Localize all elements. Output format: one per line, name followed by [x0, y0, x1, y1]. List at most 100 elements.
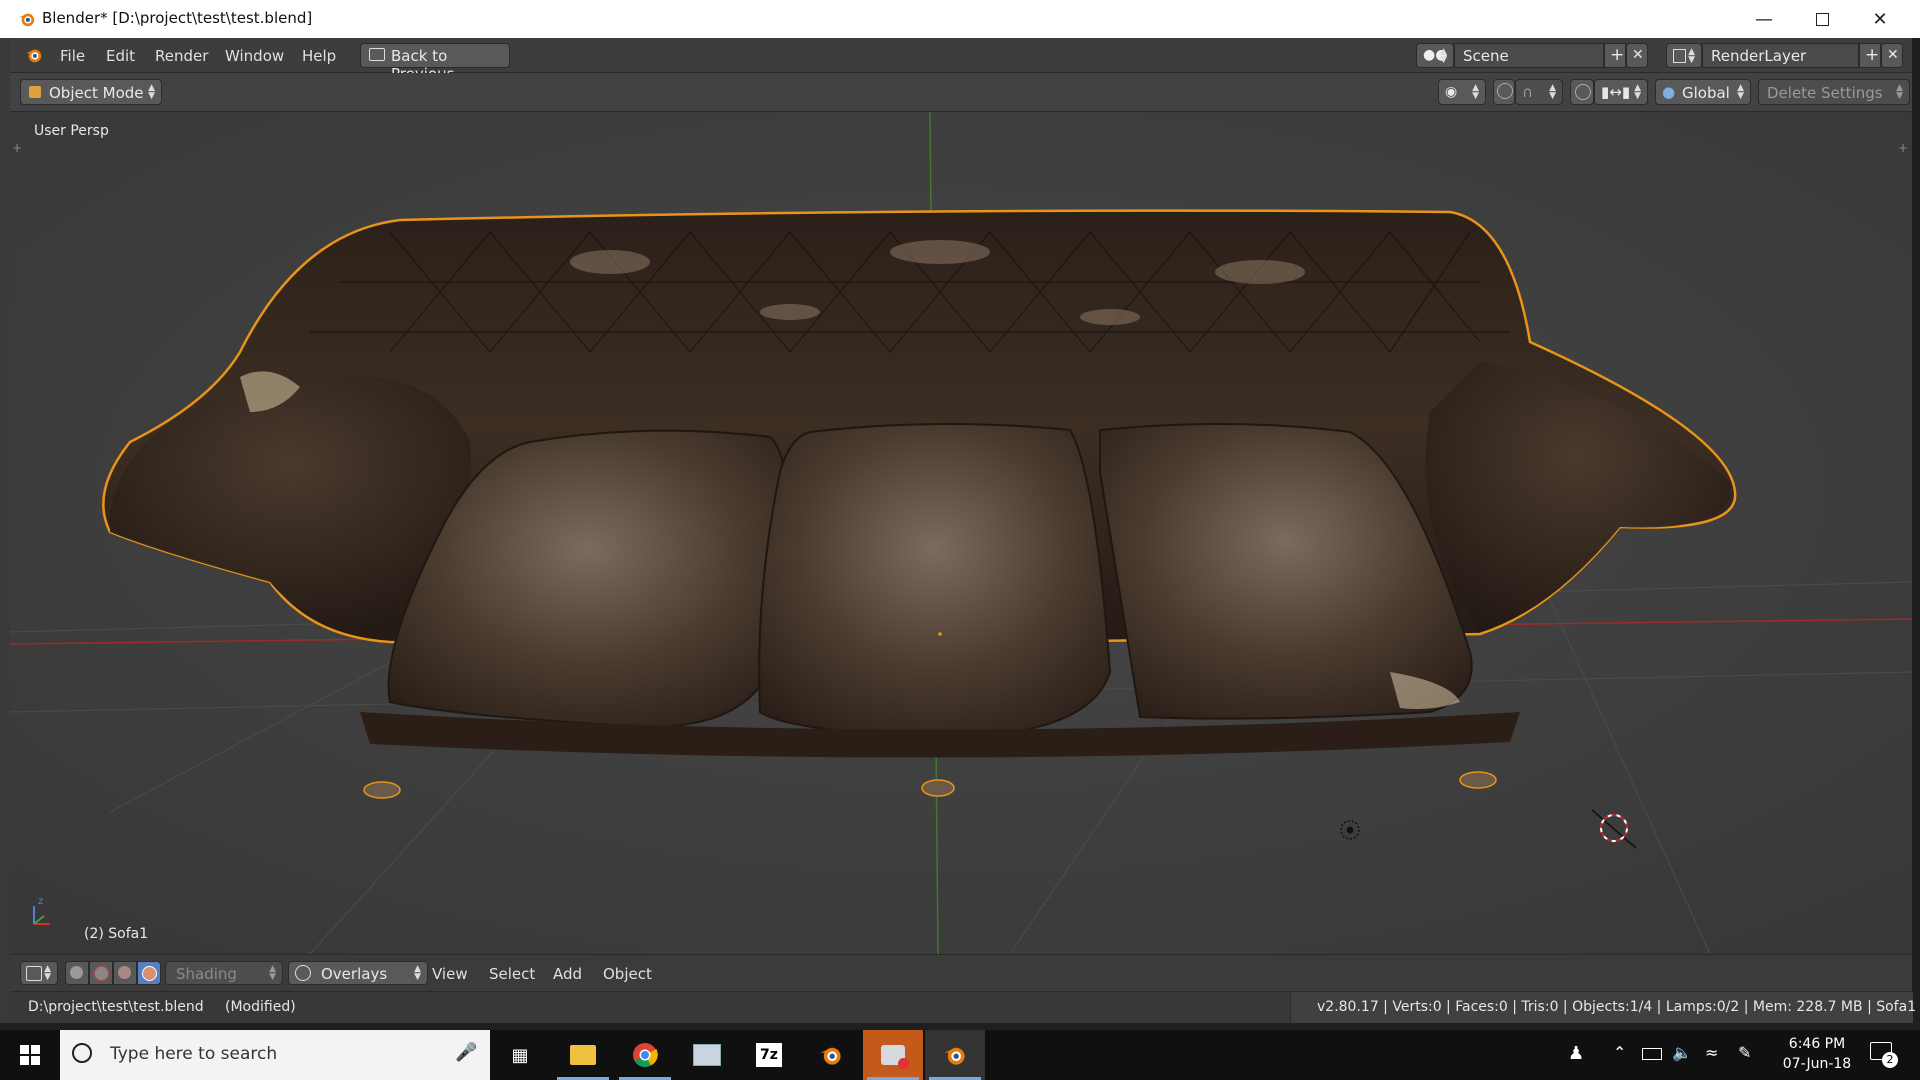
- delete-settings-label: Delete Settings: [1767, 84, 1883, 102]
- modified-flag: (Modified): [225, 999, 296, 1015]
- scene-statistics-panel: v2.80.17 | Verts:0 | Faces:0 | Tris:0 | …: [1290, 992, 1916, 1024]
- shading-label: Shading: [176, 965, 237, 983]
- up-down-arrows-icon: ▲ ▼: [1688, 46, 1695, 65]
- window-title: Blender* [D:\project\test\test.blend]: [42, 9, 313, 27]
- window-bottom-border: [0, 1023, 1920, 1030]
- pen-icon[interactable]: ✎: [1738, 1043, 1751, 1062]
- scene-browse-button[interactable]: ●● ▲ ▼: [1416, 43, 1454, 68]
- search-placeholder: Type here to search: [110, 1044, 278, 1064]
- scene-name-field[interactable]: Scene: [1454, 43, 1604, 68]
- falloff-dropdown[interactable]: ∩ ▲ ▼: [1515, 79, 1563, 105]
- back-to-previous-button[interactable]: Back to Previous: [360, 43, 510, 83]
- menu-add[interactable]: Add: [553, 965, 582, 983]
- renderlayer-remove-button[interactable]: ✕: [1881, 43, 1903, 68]
- renderlayer-name-field[interactable]: RenderLayer: [1702, 43, 1859, 68]
- menu-help[interactable]: Help: [302, 47, 336, 65]
- chrome-icon: [633, 1043, 658, 1068]
- scene-remove-button[interactable]: ✕: [1626, 43, 1648, 68]
- recorder-taskbar-button[interactable]: [863, 1030, 923, 1080]
- snap-element-dropdown[interactable]: ▮↔▮ ▲ ▼: [1594, 79, 1648, 105]
- menu-render[interactable]: Render: [155, 47, 208, 65]
- blender-taskbar-button-1[interactable]: [801, 1030, 861, 1080]
- transform-orientation-dropdown[interactable]: ● Global ▲ ▼: [1655, 79, 1751, 105]
- windows-taskbar: Type here to search 🎤 ▦ 7z ♟ ⌃ 🔈 ≈ ✎ 6:4…: [0, 1030, 1920, 1080]
- editor-type-dropdown[interactable]: ▲ ▼: [20, 961, 58, 985]
- menu-edit[interactable]: Edit: [106, 47, 135, 65]
- overlays-dropdown[interactable]: Overlays ▲ ▼: [288, 961, 428, 985]
- snap-icon: [1575, 84, 1591, 100]
- viewport-footer: ▲ ▼ Shading ▲ ▼ Overlays ▲ ▼ View Select Ad…: [10, 954, 1912, 991]
- minimize-button[interactable]: —: [1735, 0, 1793, 38]
- rendered-shading-button[interactable]: [137, 961, 161, 985]
- proportional-edit-toggle[interactable]: [1493, 79, 1515, 105]
- up-down-arrows-icon: ▲ ▼: [269, 964, 276, 982]
- orientation-icon: ●: [1662, 83, 1676, 101]
- renderlayer-add-button[interactable]: +: [1859, 43, 1881, 68]
- cube-icon: [29, 86, 41, 98]
- up-down-arrows-icon: ▲ ▼: [44, 964, 51, 982]
- blender-icon: [820, 1047, 841, 1065]
- 3d-view-icon: [26, 966, 42, 981]
- pivot-point-dropdown[interactable]: ◉ ▲ ▼: [1438, 79, 1486, 105]
- blender-menu-icon[interactable]: [24, 46, 44, 64]
- pivot-icon: ◉: [1445, 84, 1458, 100]
- clock-date: 07-Jun-18: [1782, 1056, 1852, 1072]
- renderlayer-browse-button[interactable]: ▲ ▼: [1666, 43, 1702, 68]
- menu-object[interactable]: Object: [603, 965, 652, 983]
- volume-icon[interactable]: 🔈: [1672, 1043, 1692, 1062]
- chevron-up-icon[interactable]: ⌃: [1613, 1043, 1626, 1062]
- task-view-button[interactable]: ▦: [490, 1030, 550, 1080]
- start-button[interactable]: [0, 1030, 60, 1080]
- viewport-canvas: z + +: [10, 112, 1912, 954]
- renderlayer-icon: [1673, 49, 1686, 63]
- snap-toggle[interactable]: [1570, 79, 1594, 105]
- task-view-icon: ▦: [511, 1044, 529, 1066]
- active-object-label: (2) Sofa1: [84, 926, 149, 942]
- taskbar-search-box[interactable]: Type here to search 🎤: [60, 1030, 490, 1080]
- maximize-button[interactable]: [1793, 0, 1851, 38]
- action-center-button[interactable]: 2: [1870, 1042, 1898, 1068]
- delete-settings-dropdown[interactable]: Delete Settings ▲ ▼: [1758, 79, 1910, 105]
- solid-icon: [94, 966, 109, 981]
- menu-select[interactable]: Select: [489, 965, 535, 983]
- up-down-arrows-icon: ▲ ▼: [1440, 46, 1447, 65]
- overlays-label: Overlays: [321, 965, 388, 983]
- maximize-icon: [1815, 12, 1829, 26]
- 3d-viewport[interactable]: z + + User Persp (2) Sofa1: [10, 112, 1912, 954]
- file-explorer-taskbar-button[interactable]: [553, 1030, 613, 1080]
- menu-file[interactable]: File: [60, 47, 85, 65]
- clock[interactable]: 6:46 PM 07-Jun-18: [1772, 1034, 1862, 1076]
- material-shading-button[interactable]: [113, 961, 137, 985]
- minimize-icon: —: [1755, 8, 1773, 30]
- svg-text:+: +: [12, 141, 22, 155]
- falloff-icon: ∩: [1522, 83, 1533, 101]
- object-mode-dropdown[interactable]: Object Mode ▲ ▼: [20, 79, 162, 105]
- cortana-icon: [72, 1043, 92, 1063]
- app-taskbar-button[interactable]: [677, 1030, 737, 1080]
- wireframe-icon: [70, 966, 83, 979]
- up-down-arrows-icon: ▲ ▼: [414, 964, 421, 982]
- close-window-button[interactable]: ✕: [1851, 0, 1909, 38]
- up-down-arrows-icon: ▲ ▼: [1549, 83, 1556, 101]
- window-titlebar: Blender* [D:\project\test\test.blend] — …: [0, 0, 1920, 38]
- blender-taskbar-button-2[interactable]: [925, 1030, 985, 1080]
- solid-shading-button[interactable]: [89, 961, 113, 985]
- menu-view[interactable]: View: [432, 965, 468, 983]
- close-icon: ✕: [1872, 8, 1888, 30]
- object-mode-label: Object Mode: [49, 84, 144, 102]
- wireframe-shading-button[interactable]: [65, 961, 89, 985]
- battery-icon[interactable]: [1642, 1048, 1662, 1060]
- up-down-arrows-icon: ▲ ▼: [1737, 83, 1744, 101]
- rendered-icon: [142, 966, 157, 981]
- wifi-icon[interactable]: ≈: [1705, 1043, 1718, 1062]
- shading-dropdown[interactable]: Shading ▲ ▼: [165, 961, 283, 985]
- people-icon[interactable]: ♟: [1568, 1043, 1584, 1064]
- clock-time: 6:46 PM: [1788, 1036, 1846, 1052]
- scene-add-button[interactable]: +: [1604, 43, 1626, 68]
- scene-name-label: Scene: [1463, 47, 1509, 65]
- chrome-taskbar-button[interactable]: [615, 1030, 675, 1080]
- menu-window[interactable]: Window: [225, 47, 284, 65]
- 7zip-taskbar-button[interactable]: 7z: [739, 1030, 799, 1080]
- microphone-icon[interactable]: 🎤: [455, 1042, 477, 1063]
- svg-text:z: z: [38, 896, 43, 907]
